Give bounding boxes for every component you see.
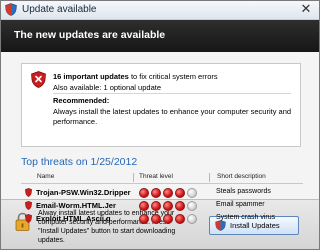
threat-level-dot-filled bbox=[139, 188, 149, 198]
alert-box: 16 important updates to fix critical sys… bbox=[21, 63, 301, 147]
threat-level-dot-filled bbox=[163, 201, 173, 211]
optional-updates: Also available: 1 optional update bbox=[53, 83, 161, 92]
threat-level-dot-filled bbox=[175, 214, 185, 224]
threat-description: Steals passwords bbox=[216, 188, 271, 195]
column-divider bbox=[133, 173, 134, 182]
threat-level-dot-filled bbox=[151, 201, 161, 211]
threat-level-indicator bbox=[139, 188, 201, 198]
recommended-text: Always install the latest updates to enh… bbox=[53, 107, 292, 126]
close-icon[interactable]: ✕ bbox=[299, 2, 313, 16]
column-divider bbox=[209, 173, 210, 182]
threat-description: Email spammer bbox=[216, 201, 265, 208]
column-threat-level: Threat level bbox=[139, 173, 173, 180]
threat-level-dot-filled bbox=[175, 201, 185, 211]
threats-title: Top threats on 1/25/2012 bbox=[21, 156, 138, 168]
threat-name: Trojan-PSW.Win32.Dripper bbox=[36, 188, 131, 197]
threat-level-dot-filled bbox=[151, 188, 161, 198]
title-bar: Update available ✕ bbox=[1, 1, 319, 20]
header-text: The new updates are available bbox=[14, 29, 166, 41]
threat-level-indicator bbox=[139, 201, 201, 211]
recommended-heading: Recommended: bbox=[53, 96, 110, 105]
shield-icon bbox=[31, 71, 46, 88]
threat-level-dot-filled bbox=[139, 214, 149, 224]
shield-icon bbox=[25, 188, 32, 197]
column-description: Short description bbox=[217, 173, 266, 180]
window-title: Update available bbox=[22, 4, 97, 15]
header-band: The new updates are available bbox=[1, 20, 319, 52]
threat-row: Email-Worm.HTML.Jer Email spammer bbox=[21, 200, 303, 212]
shield-icon bbox=[5, 3, 17, 16]
threat-row: Exploit.HTML.Ascii.g System crash virus bbox=[21, 213, 303, 225]
column-name: Name bbox=[37, 173, 55, 180]
threat-level-dot-filled bbox=[139, 201, 149, 211]
threats-table-header: Name Threat level Short description bbox=[21, 173, 303, 183]
threat-level-dot-filled bbox=[175, 188, 185, 198]
threat-description: System crash virus bbox=[216, 214, 276, 221]
threat-level-indicator bbox=[139, 214, 201, 224]
updates-count: 16 important updates to fix critical sys… bbox=[53, 72, 218, 81]
threat-level-dot-empty bbox=[187, 188, 197, 198]
threat-name: Exploit.HTML.Ascii.g bbox=[36, 214, 111, 223]
threat-name: Email-Worm.HTML.Jer bbox=[36, 201, 116, 210]
threat-level-dot-filled bbox=[151, 214, 161, 224]
update-window: Update available ✕ The new updates are a… bbox=[0, 0, 320, 250]
threat-level-dot-filled bbox=[163, 188, 173, 198]
divider bbox=[53, 93, 291, 94]
shield-icon bbox=[25, 201, 32, 210]
threat-row: Trojan-PSW.Win32.Dripper Steals passwords bbox=[21, 187, 303, 199]
shield-icon bbox=[25, 214, 32, 223]
threat-level-dot-empty bbox=[187, 201, 197, 211]
threat-level-dot-filled bbox=[163, 214, 173, 224]
header-divider bbox=[21, 183, 303, 184]
threat-level-dot-empty bbox=[187, 214, 197, 224]
